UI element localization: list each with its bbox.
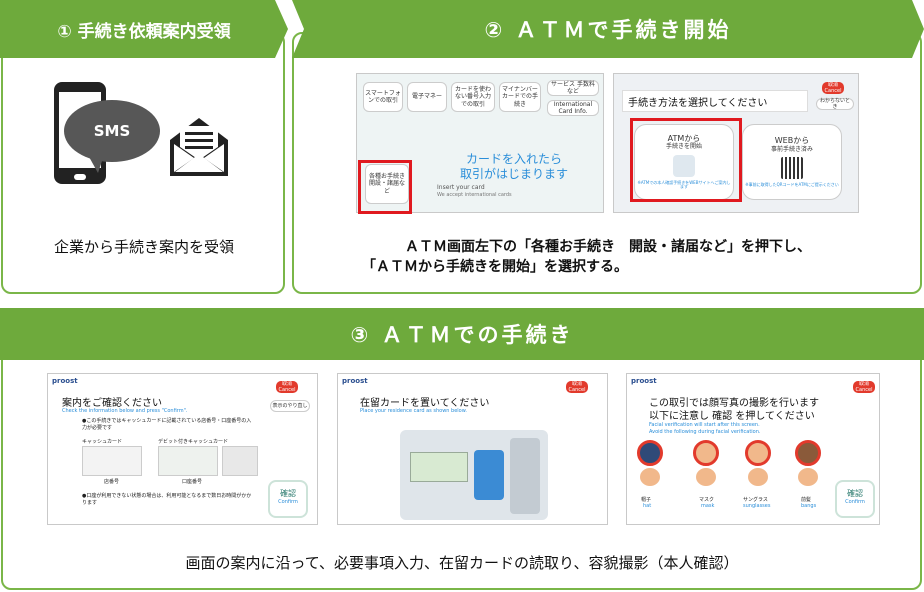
step2-caption-line2: 「ＡＴＭから手続きを開始」を選択する。 [362,259,628,275]
brand-logo: proost [342,377,368,385]
atm-screen-guide: proost 取消 Cancel 表示のやり直し 案内をご確認ください Check… [47,373,318,525]
bangs-label: 前髪 [801,497,812,503]
mask-label: マスク [699,497,715,503]
face-title-line2: 以下に注意し 確認 を押してください [649,411,815,422]
cancel-button[interactable]: 取消 Cancel [853,381,875,393]
step1-header: ① 手続き依頼案内受領 [0,0,288,58]
highlight-procedure-button [358,160,412,214]
envelope-icon [170,118,228,176]
guide-bullet1: ●この手続きではキャッシュカードに記載されている店番号・口座番号の入力が必要です [82,418,252,431]
branch-label: 店番号 [104,479,120,485]
card-label-2: デビット付きキャッシュカード [158,439,229,445]
atm-screen-residence-card: proost 取消 Cancel 在留カードを置いてください Place your… [337,373,608,525]
redisplay-button[interactable]: 表示のやり直し [270,400,310,412]
qr-code-icon [781,156,803,179]
confirm-button[interactable]: 確認 Confirm [268,480,308,518]
debit-card-image [158,446,218,476]
method-title: 手続き方法を選択してください [628,98,768,109]
menu-service: サービス 手数料 など [547,80,599,96]
menu-international: International Card Info. [547,100,599,116]
card-label-1: キャッシュカード [82,439,123,445]
hat-label: 帽子 [641,497,652,503]
brand-logo: proost [631,377,657,385]
menu-smartphone: スマートフォンでの取引 [363,82,403,112]
sms-bubble-icon: SMS [64,100,160,162]
no-mask-icon [693,440,723,490]
confirm-button[interactable]: 確認 Confirm [835,480,875,518]
step1-caption: 企業から手続き案内を受領 [53,238,234,256]
atm-screen-face-photo: proost 取消 Cancel この取引では顔写真の撮影を行います 以下に注意し… [626,373,880,525]
menu-emoney: 電子マネー [407,82,447,112]
cancel-button[interactable]: 取消 Cancel [822,82,844,94]
sms-label: SMS [93,122,131,140]
step3-caption: 画面の案内に沿って、必要事項入力、在留カードの読取り、容貌撮影（本人確認） [185,554,739,572]
menu-no-card: カードを使わない番号入力での取引 [451,82,495,112]
no-bangs-icon [795,440,825,490]
bangs-label-en: bangs [801,503,817,509]
cash-card-image [82,446,142,476]
step2-header: ② ＡＴＭで手続き開始 [292,0,924,58]
web-done-option[interactable]: WEBから 事前手続き済み ※事前に取得したQRコードをATMにご提示ください [742,124,842,200]
insert-card-sub: We accept international cards [437,192,512,198]
sunglasses-label-en: sunglasses [743,503,771,509]
help-button[interactable]: わからないとき [816,98,854,110]
face-sub2: Avoid the following during facial verifi… [649,429,761,435]
cancel-button[interactable]: 取消 Cancel [276,381,298,393]
insert-card-line2: 取引がはじまります [459,167,568,181]
guide-title: 案内をご確認ください [62,398,162,409]
insert-card-en: Insert your card [437,184,485,191]
brand-logo: proost [52,377,78,385]
hat-label-en: hat [643,503,652,509]
guide-sub: Check the information below and press "C… [62,408,188,414]
highlight-atm-start [630,118,742,202]
sunglasses-label: サングラス [743,497,768,503]
step2-caption-line1: ＡＴＭ画面左下の「各種お手続き 開設・諸届など」を押下し、 [405,239,811,255]
guide-bullet2: ●口座が利用できない状態の場合は、利用可能となるまで数日お時間がかかります [82,493,252,506]
no-sunglasses-icon [745,440,775,490]
account-label: 口座番号 [182,479,203,485]
cancel-button[interactable]: 取消 Cancel [566,381,588,393]
residence-title: 在留カードを置いてください [360,398,490,409]
card-reader-illustration [400,430,548,520]
mask-label-en: mask [701,503,715,509]
face-sub1: Facial verification will start after thi… [649,422,760,428]
residence-sub: Place your residence card as shown below… [360,408,467,414]
step3-header: ③ ＡＴＭでの手続き [0,308,924,360]
menu-mynumber: マイナンバーカードでの手続き [499,82,541,112]
card-detail-image [222,446,258,476]
no-hat-icon [637,440,667,490]
